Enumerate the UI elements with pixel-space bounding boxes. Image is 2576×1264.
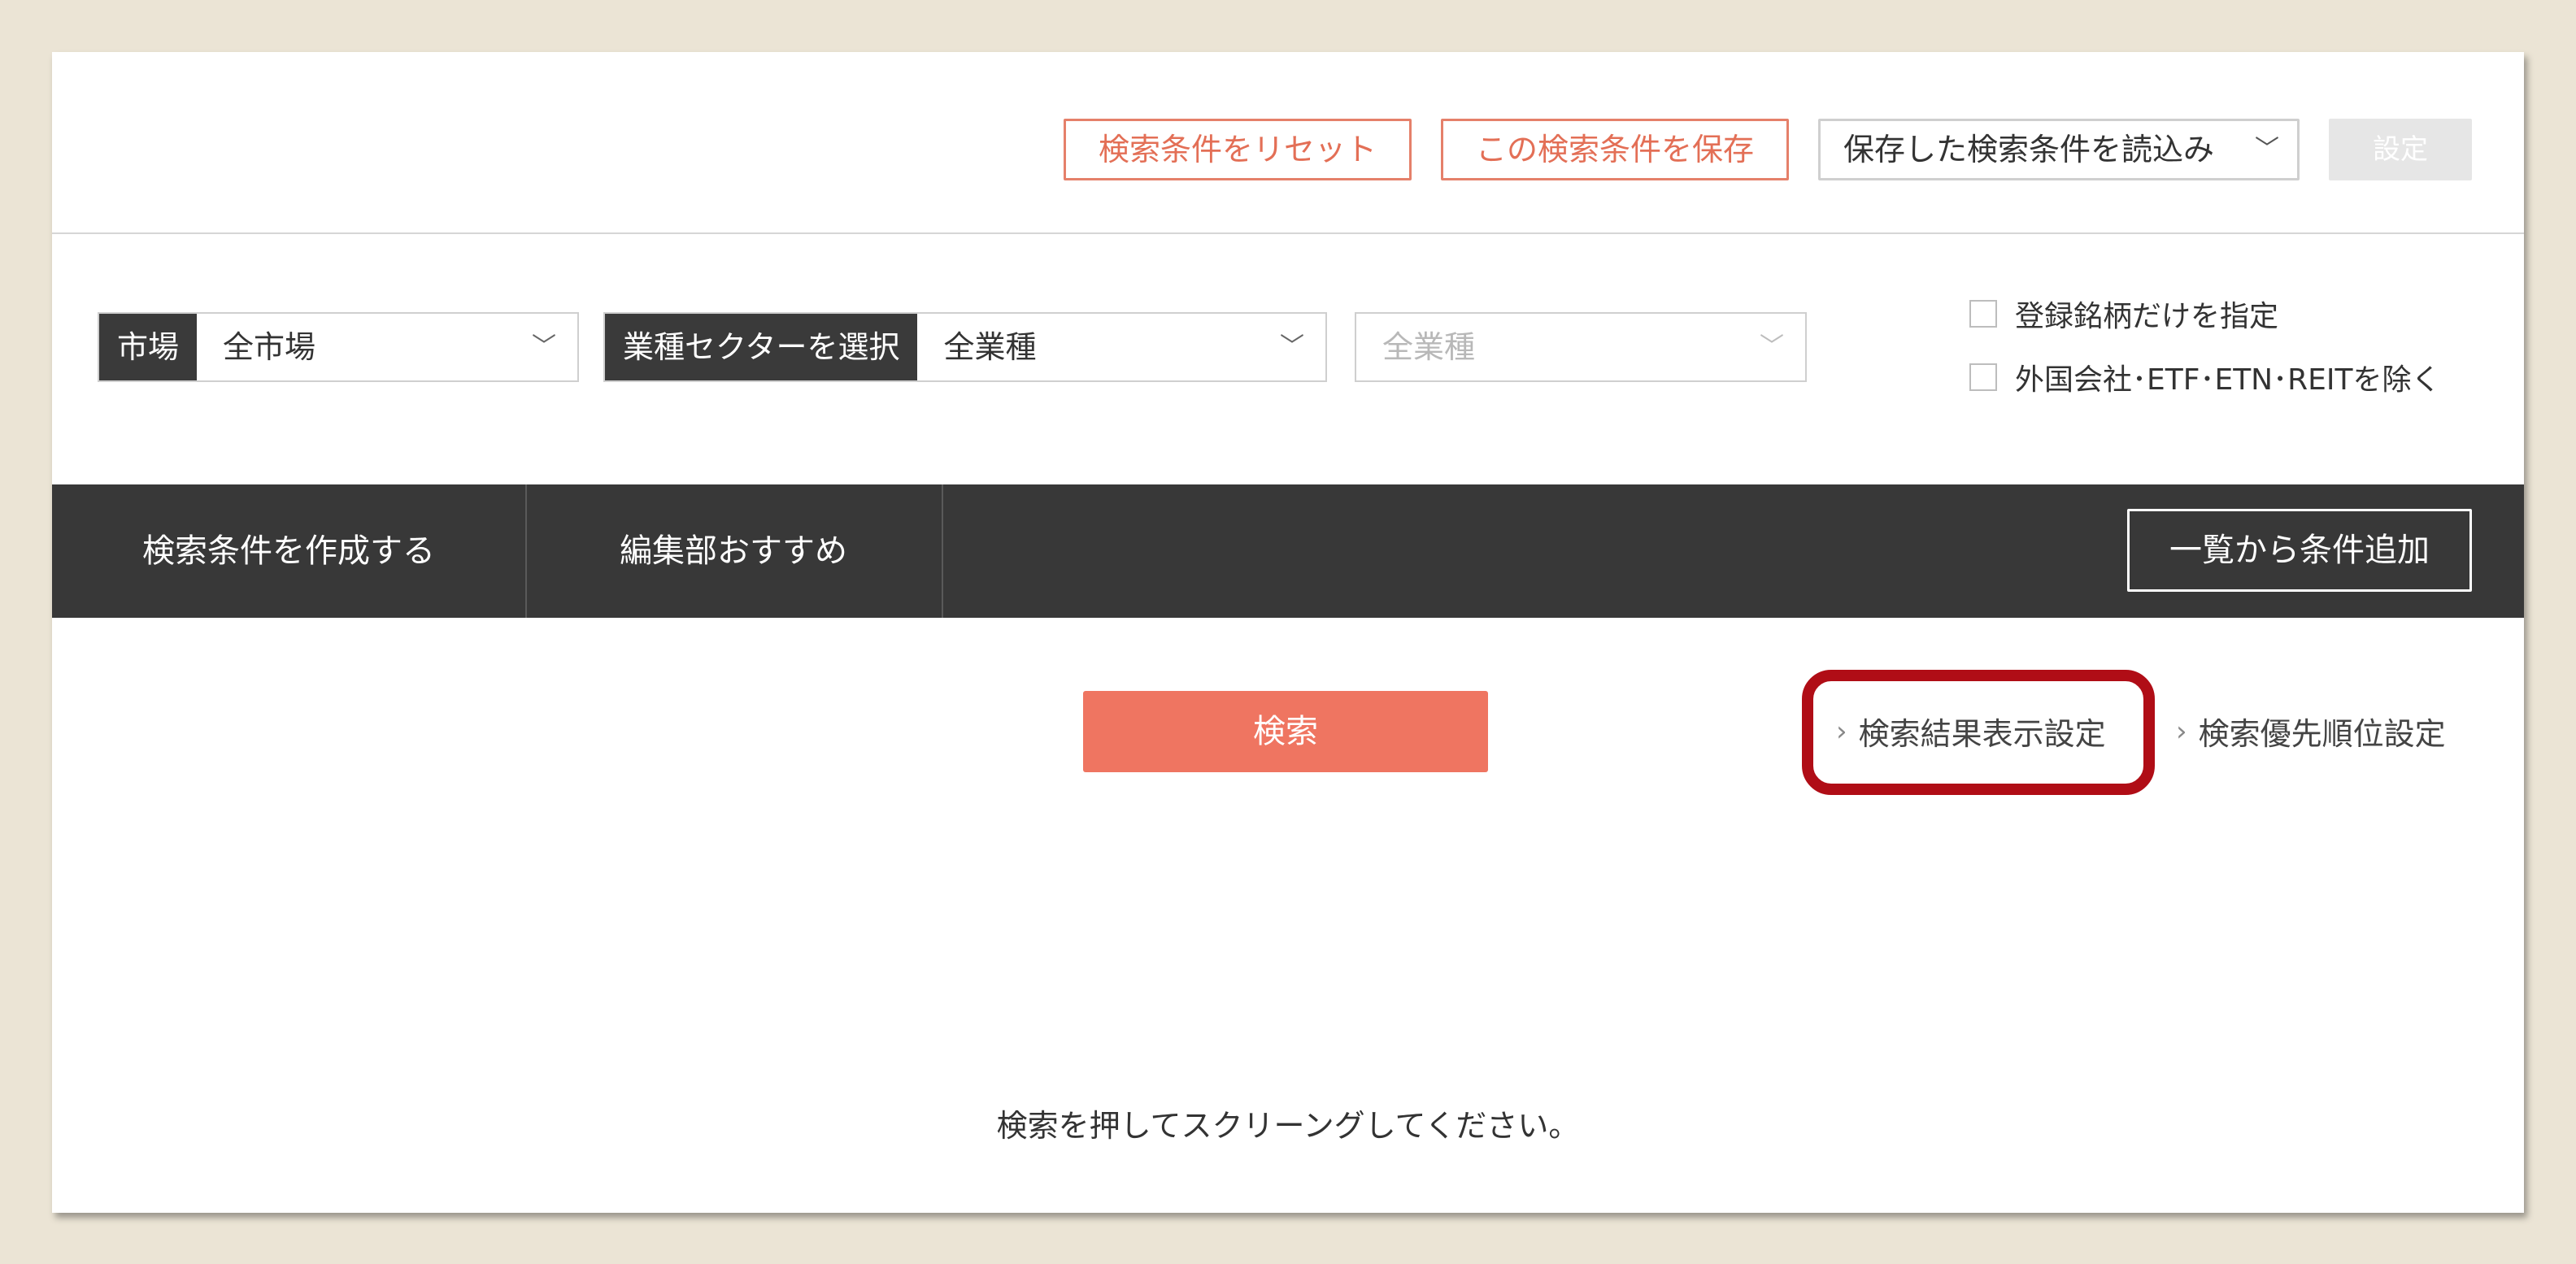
highlight-annotation — [1802, 670, 2155, 795]
market-tag: 市場 — [99, 314, 198, 380]
sub-sector-value: 全業種 — [1382, 329, 1476, 365]
save-conditions-button[interactable]: この検索条件を保存 — [1441, 119, 1789, 180]
load-conditions-select[interactable]: 保存した検索条件を読込み ﹀ — [1818, 119, 2300, 180]
toolbar: 検索条件をリセット この検索条件を保存 保存した検索条件を読込み ﹀ 設定 — [52, 52, 2524, 234]
screening-panel: 検索条件をリセット この検索条件を保存 保存した検索条件を読込み ﹀ 設定 市場… — [52, 52, 2524, 1213]
registered-only-label: 登録銘柄だけを指定 — [2015, 300, 2279, 333]
condition-tab-bar: 検索条件を作成する 編集部おすすめ 一覧から条件追加 — [52, 484, 2524, 618]
chevron-down-icon: ﹀ — [2255, 135, 2279, 163]
sub-sector-select[interactable]: 全業種 ﹀ — [1355, 312, 1807, 382]
priority-settings-link[interactable]: › 検索優先順位設定 — [2176, 709, 2446, 754]
registered-only-checkbox[interactable]: 登録銘柄だけを指定 — [1969, 293, 2278, 335]
exclude-foreign-checkbox[interactable]: 外国会社･ETF･ETN･REITを除く — [1969, 356, 2440, 398]
settings-button[interactable]: 設定 — [2329, 119, 2472, 180]
market-value: 全市場 — [223, 329, 316, 365]
checkbox-box[interactable] — [1969, 363, 1997, 391]
load-conditions-label: 保存した検索条件を読込み — [1843, 132, 2215, 167]
tab-create-conditions[interactable]: 検索条件を作成する — [52, 484, 527, 618]
chevron-down-icon: ﹀ — [532, 332, 556, 361]
chevron-down-icon: ﹀ — [1760, 332, 1784, 361]
reset-conditions-button[interactable]: 検索条件をリセット — [1064, 119, 1412, 180]
chevron-down-icon: ﹀ — [1280, 332, 1304, 361]
market-select[interactable]: 市場 全市場 ﹀ — [98, 312, 579, 382]
checkbox-box[interactable] — [1969, 300, 1997, 328]
exclude-foreign-label: 外国会社･ETF･ETN･REITを除く — [2015, 363, 2441, 397]
search-button[interactable]: 検索 — [1083, 691, 1488, 772]
priority-settings-label: 検索優先順位設定 — [2198, 716, 2446, 752]
chevron-right-icon: › — [2176, 715, 2187, 748]
tab-editor-picks[interactable]: 編集部おすすめ — [525, 484, 943, 618]
add-condition-from-list-button[interactable]: 一覧から条件追加 — [2127, 509, 2472, 592]
sector-select[interactable]: 業種セクターを選択 全業種 ﹀ — [603, 312, 1327, 382]
sector-value: 全業種 — [943, 329, 1037, 365]
screening-hint: 検索を押してスクリーングしてください。 — [996, 1108, 1580, 1144]
sector-tag: 業種セクターを選択 — [605, 314, 918, 380]
